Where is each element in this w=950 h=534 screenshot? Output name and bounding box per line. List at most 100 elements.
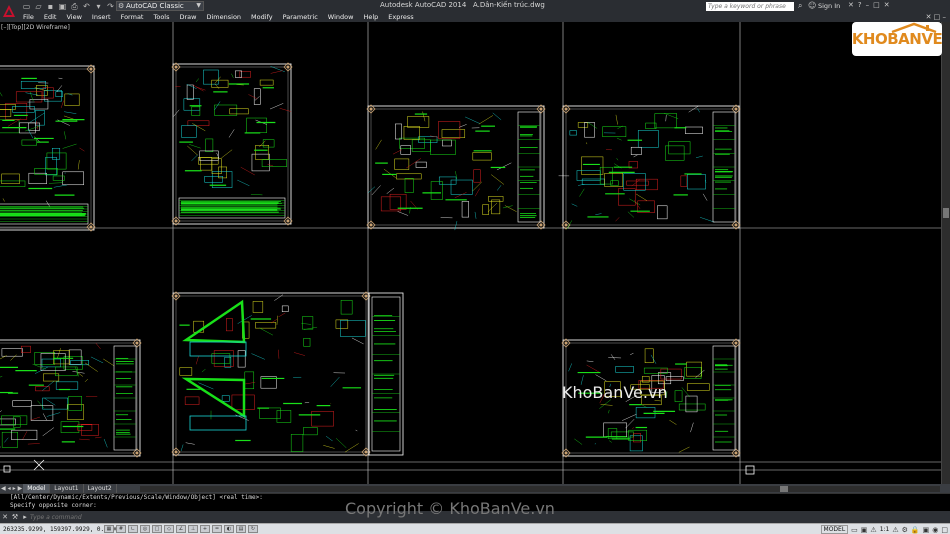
- workspace-switch-icon[interactable]: ⚙: [902, 526, 908, 534]
- cad-line: [0, 446, 1, 448]
- cad-detail: [472, 152, 492, 161]
- menu-view[interactable]: View: [61, 12, 86, 22]
- menu-file[interactable]: File: [18, 12, 39, 22]
- cad-line: [615, 217, 620, 222]
- user-icon[interactable]: ☺: [808, 1, 817, 10]
- menu-window[interactable]: Window: [323, 12, 359, 22]
- cad-line: [616, 137, 622, 141]
- menu-help[interactable]: Help: [358, 12, 383, 22]
- sc-toggle-icon[interactable]: ↻: [248, 525, 258, 533]
- minimize-icon[interactable]: –: [866, 1, 870, 10]
- corner-ornament: [564, 107, 568, 111]
- qp-toggle-icon[interactable]: ▤: [236, 525, 246, 533]
- tab-layout1[interactable]: Layout1: [50, 484, 84, 493]
- save-icon[interactable]: ▪: [46, 2, 55, 11]
- cad-line: [0, 92, 3, 97]
- cad-detail: [637, 130, 659, 148]
- annotation-scale-icon[interactable]: ⚠: [870, 526, 876, 534]
- cad-line: [34, 366, 48, 374]
- cad-detail: [340, 299, 353, 315]
- menu-modify[interactable]: Modify: [246, 12, 278, 22]
- otrack-toggle-icon[interactable]: ∠: [176, 525, 186, 533]
- vertical-scrollbar[interactable]: [941, 22, 950, 484]
- exchange-icon[interactable]: ✕: [848, 1, 854, 10]
- menu-dimension[interactable]: Dimension: [201, 12, 246, 22]
- cad-detail: [226, 318, 233, 332]
- close-drawing-icon[interactable]: ✕ □ –: [926, 12, 946, 22]
- cad-detail: [191, 106, 201, 116]
- new-file-icon[interactable]: ▭: [22, 2, 31, 11]
- menu-draw[interactable]: Draw: [175, 12, 202, 22]
- cad-line: [237, 179, 250, 186]
- model-space-button[interactable]: MODEL: [820, 525, 849, 534]
- cad-detail: [684, 126, 703, 134]
- cad-detail: [255, 322, 277, 329]
- save-as-icon[interactable]: ▣: [58, 2, 67, 11]
- 3dosnap-toggle-icon[interactable]: ◇: [164, 525, 174, 533]
- print-icon[interactable]: ⎙: [70, 2, 79, 11]
- snap-toggle-icon[interactable]: ▦: [104, 525, 114, 533]
- help-icon[interactable]: ?: [858, 1, 862, 10]
- cad-detail: [30, 405, 54, 421]
- menu-parametric[interactable]: Parametric: [278, 12, 323, 22]
- first-tab-icon[interactable]: ◀: [0, 484, 7, 493]
- cad-line: [95, 342, 101, 350]
- cad-detail: [302, 316, 314, 330]
- undo-icon[interactable]: ↶: [82, 2, 91, 11]
- lock-icon[interactable]: 🔒: [911, 526, 920, 534]
- undo-dropdown-icon[interactable]: ▾: [94, 2, 103, 11]
- cad-line: [37, 400, 45, 409]
- menu-format[interactable]: Format: [116, 12, 149, 22]
- polar-toggle-icon[interactable]: ◎: [140, 525, 150, 533]
- horizontal-scrollbar[interactable]: [140, 486, 940, 492]
- workspace-dropdown[interactable]: ⚙ AutoCAD Classic ▼: [116, 1, 204, 11]
- cad-line: [191, 154, 198, 162]
- close-icon[interactable]: ✕: [884, 1, 890, 10]
- grid-toggle-icon[interactable]: #: [116, 525, 126, 533]
- cad-line: [74, 366, 79, 377]
- quick-view-drawings-icon[interactable]: ▣: [861, 526, 868, 534]
- isolate-icon[interactable]: ◉: [932, 526, 938, 534]
- ortho-toggle-icon[interactable]: ∟: [128, 525, 138, 533]
- osnap-toggle-icon[interactable]: □: [152, 525, 162, 533]
- dyn-toggle-icon[interactable]: +: [200, 525, 210, 533]
- search-icon[interactable]: ⌕: [798, 1, 807, 10]
- hscroll-thumb[interactable]: [780, 486, 788, 492]
- khobanve-logo: KHOBANVE: [852, 22, 942, 56]
- search-input[interactable]: [706, 2, 794, 11]
- cad-line: [587, 122, 598, 129]
- open-folder-icon[interactable]: ▱: [34, 2, 43, 11]
- title-bar: ▭ ▱ ▪ ▣ ⎙ ↶ ▾ ↷ ▾ ⚙ AutoCAD Classic ▼ Au…: [0, 0, 950, 22]
- menu-insert[interactable]: Insert: [87, 12, 116, 22]
- cad-detail: [12, 106, 35, 113]
- scroll-thumb[interactable]: [943, 208, 949, 218]
- tab-layout2[interactable]: Layout2: [83, 484, 117, 493]
- cad-detail: [644, 348, 654, 363]
- annotation-scale[interactable]: 1:1: [880, 526, 890, 534]
- last-tab-icon[interactable]: ▶: [17, 484, 24, 493]
- cad-detail: [665, 145, 685, 161]
- viewport-controls[interactable]: [–][Top][2D Wireframe]: [1, 24, 70, 31]
- lwt-toggle-icon[interactable]: ═: [212, 525, 222, 533]
- menu-tools[interactable]: Tools: [148, 12, 174, 22]
- maximize-icon[interactable]: □: [873, 1, 880, 10]
- menu-edit[interactable]: Edit: [39, 12, 62, 22]
- ducs-toggle-icon[interactable]: ⊥: [188, 525, 198, 533]
- cad-detail: [35, 386, 50, 392]
- sign-in-link[interactable]: Sign In: [818, 2, 840, 10]
- drawing-canvas[interactable]: [–][Top][2D Wireframe]: [0, 22, 941, 484]
- tpy-toggle-icon[interactable]: ◐: [224, 525, 234, 533]
- cad-detail: [13, 416, 21, 428]
- cad-detail: [389, 193, 407, 210]
- autocad-logo-icon[interactable]: [0, 0, 18, 22]
- hardware-accel-icon[interactable]: ▣: [923, 526, 930, 534]
- clean-screen-icon[interactable]: □: [941, 526, 948, 534]
- menu-express[interactable]: Express: [383, 12, 418, 22]
- close-icon[interactable]: ✕: [0, 513, 10, 521]
- wrench-icon[interactable]: ⚒: [10, 513, 20, 521]
- quick-view-layouts-icon[interactable]: ▭: [851, 526, 858, 534]
- tab-model[interactable]: Model: [23, 484, 51, 493]
- cad-line: [42, 413, 48, 421]
- redo-icon[interactable]: ↷: [106, 2, 115, 11]
- annotation-visibility-icon[interactable]: ⚠: [892, 526, 898, 534]
